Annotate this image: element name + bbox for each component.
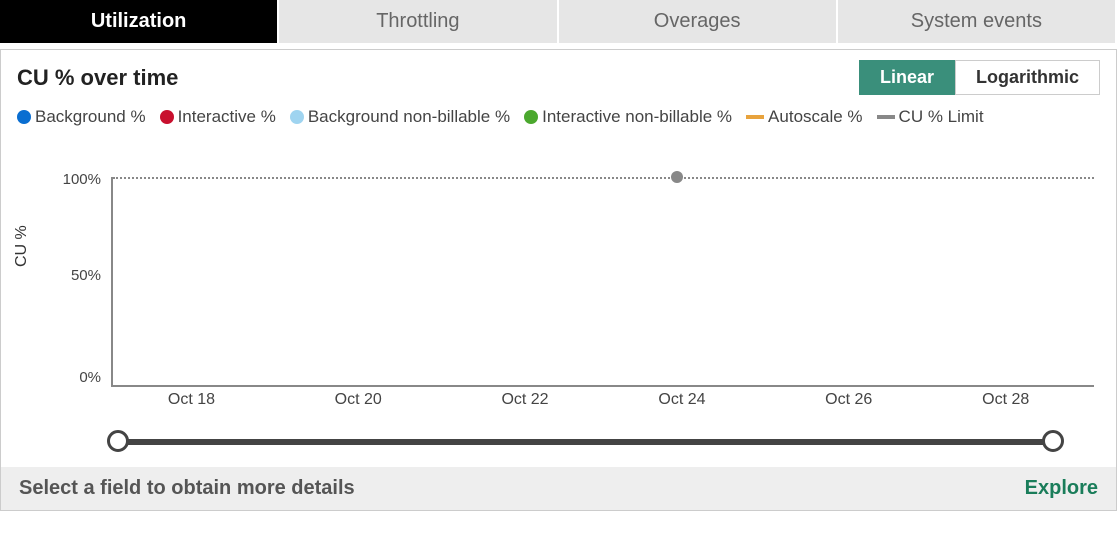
circle-icon [524,110,538,124]
legend-interactive-nb[interactable]: Interactive non-billable % [524,107,732,127]
tab-utilization[interactable]: Utilization [0,0,279,43]
chart-area[interactable]: CU % 100% 50% 0% Oct 18 Oct 20 Oct 22 Oc… [17,147,1100,417]
line-icon [746,115,764,119]
chart-title: CU % over time [17,65,178,91]
scale-linear-button[interactable]: Linear [859,60,955,95]
chart-panel: CU % over time Linear Logarithmic Backgr… [0,49,1117,511]
legend-cu-limit[interactable]: CU % Limit [877,107,984,127]
footer-hint: Select a field to obtain more details [19,477,355,500]
scale-toggle: Linear Logarithmic [859,60,1100,95]
y-axis-label: CU % [13,225,31,267]
legend: Background % Interactive % Background no… [17,107,1100,127]
panel-footer: Select a field to obtain more details Ex… [1,467,1116,510]
legend-autoscale[interactable]: Autoscale % [746,107,863,127]
circle-icon [290,110,304,124]
y-tick-50: 50% [53,267,101,284]
explore-button[interactable]: Explore [1025,477,1098,500]
y-tick-0: 0% [53,369,101,386]
tab-throttling[interactable]: Throttling [279,0,558,43]
line-icon [877,115,895,119]
scale-log-button[interactable]: Logarithmic [955,60,1100,95]
tab-bar: Utilization Throttling Overages System e… [0,0,1117,43]
slider-handle-end[interactable] [1042,430,1064,452]
legend-interactive[interactable]: Interactive % [160,107,276,127]
slider-handle-start[interactable] [107,430,129,452]
x-tick: Oct 22 [501,391,548,409]
plot-area[interactable]: Oct 18 Oct 20 Oct 22 Oct 24 Oct 26 Oct 2… [111,177,1094,387]
x-tick: Oct 26 [825,391,872,409]
x-tick: Oct 28 [982,391,1029,409]
bar-series [113,177,1094,385]
x-tick: Oct 18 [168,391,215,409]
legend-background[interactable]: Background % [17,107,146,127]
time-range-slider[interactable] [111,427,1060,457]
x-tick: Oct 20 [335,391,382,409]
y-tick-100: 100% [53,171,101,188]
x-tick: Oct 24 [658,391,705,409]
tab-overages[interactable]: Overages [559,0,838,43]
circle-icon [160,110,174,124]
tab-system-events[interactable]: System events [838,0,1117,43]
circle-icon [17,110,31,124]
slider-track [121,439,1050,445]
legend-background-nb[interactable]: Background non-billable % [290,107,510,127]
